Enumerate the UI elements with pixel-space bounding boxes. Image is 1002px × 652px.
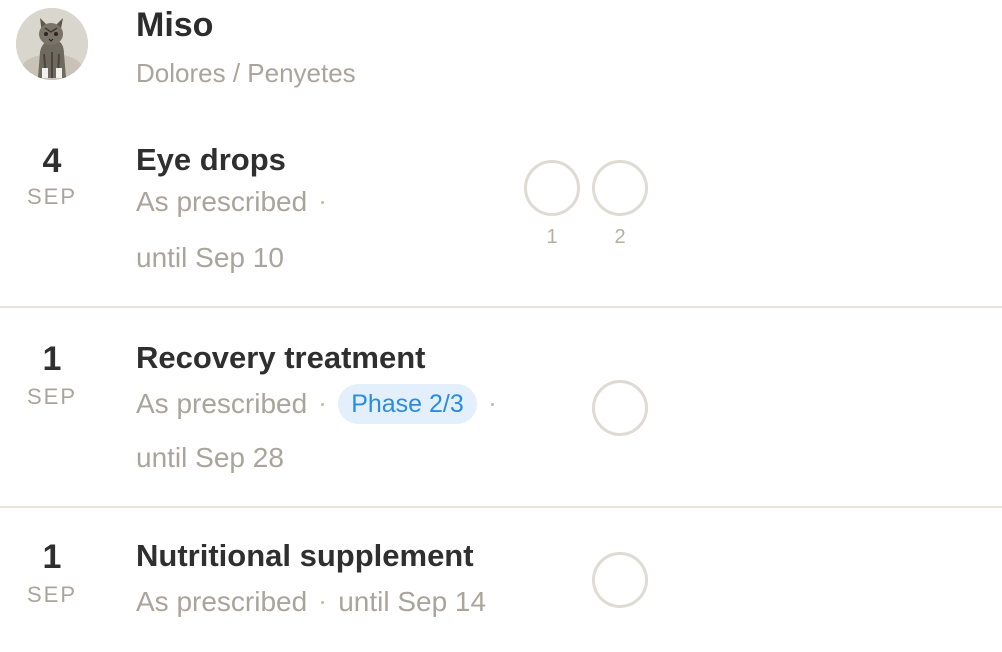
dose-checkbox-2[interactable]	[592, 160, 648, 216]
cat-photo-icon	[16, 8, 88, 80]
medication-schedule: As prescribed until Sep 14	[136, 586, 486, 618]
medication-name: Nutritional supplement	[136, 538, 474, 573]
until-date: until Sep 14	[338, 586, 487, 617]
start-month: SEP	[26, 582, 78, 607]
medication-item-eye-drops[interactable]: 4 SEP Eye drops As prescribed until Sep …	[0, 110, 1002, 308]
start-day: 1	[42, 538, 62, 576]
start-day: 4	[42, 142, 62, 180]
frequency-text: As prescribed	[136, 186, 308, 217]
separator-dot	[490, 402, 494, 406]
medication-schedule: As prescribed	[136, 186, 338, 218]
pet-name: Miso	[136, 6, 214, 44]
medication-name: Recovery treatment	[136, 340, 426, 375]
separator-dot	[321, 600, 325, 604]
pet-location: Dolores / Penyetes	[136, 58, 356, 88]
start-month: SEP	[26, 184, 78, 209]
pet-avatar[interactable]	[16, 8, 88, 80]
start-day: 1	[42, 340, 62, 378]
until-date: until Sep 10	[136, 242, 284, 273]
separator-dot	[321, 402, 325, 406]
until-date: until Sep 28	[136, 442, 284, 473]
medication-name: Eye drops	[136, 142, 286, 177]
dose-checkbox[interactable]	[592, 380, 648, 436]
dose-label-1: 1	[546, 226, 558, 248]
frequency-text: As prescribed	[136, 586, 308, 617]
frequency-text: As prescribed	[136, 388, 308, 419]
dose-checkbox[interactable]	[592, 552, 648, 608]
separator-dot	[321, 200, 325, 204]
medication-item-recovery-treatment[interactable]: 1 SEP Recovery treatment As prescribed P…	[0, 308, 1002, 508]
phase-badge: Phase 2/3	[338, 384, 477, 424]
start-month: SEP	[26, 384, 78, 409]
dose-label-2: 2	[614, 226, 626, 248]
medication-schedule: As prescribed Phase 2/3	[136, 384, 508, 424]
dose-checkbox-1[interactable]	[524, 160, 580, 216]
pet-header: Miso Dolores / Penyetes	[0, 0, 1002, 110]
medication-item-nutritional-supplement[interactable]: 1 SEP Nutritional supplement As prescrib…	[0, 508, 1002, 652]
